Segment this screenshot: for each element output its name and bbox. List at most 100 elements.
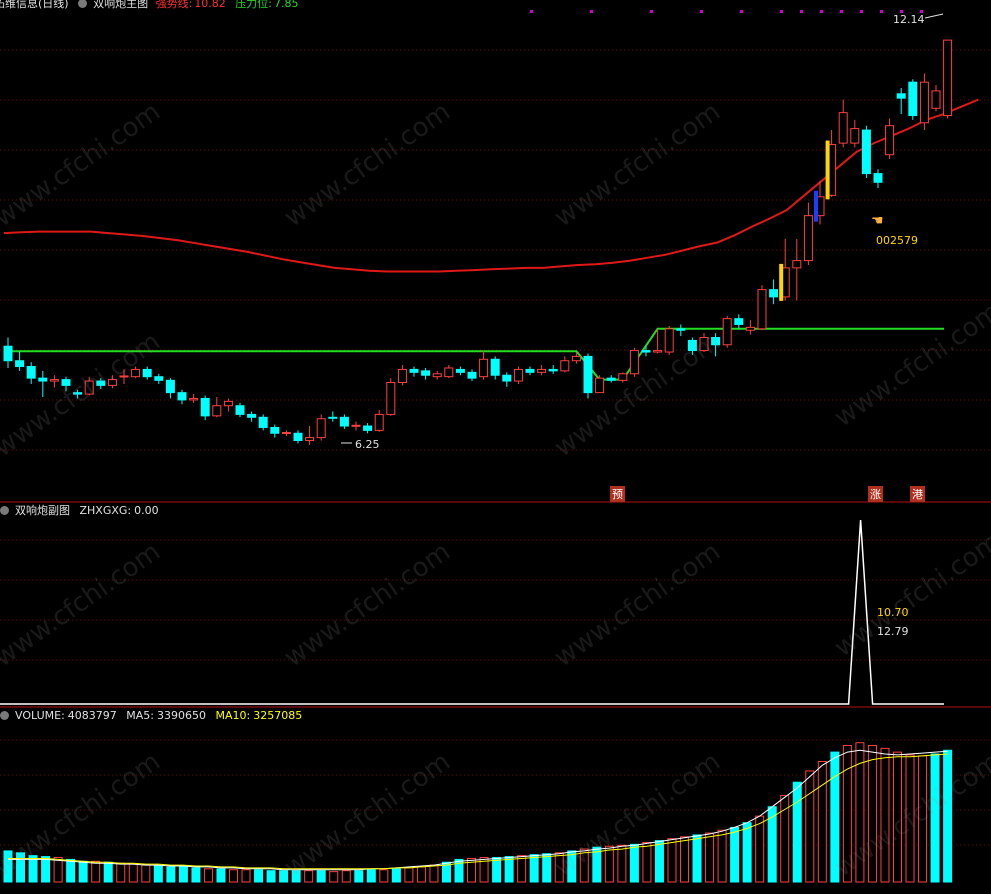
volume-bar (354, 870, 364, 883)
candle-body (444, 367, 454, 378)
stock-code-label: 002579 (876, 234, 918, 247)
candle-body (305, 437, 315, 442)
candle-body (571, 355, 581, 362)
gear-icon[interactable] (0, 506, 9, 515)
candle-body (757, 289, 767, 330)
candle-body (386, 381, 396, 415)
yellow-signal-bar (779, 263, 784, 301)
volume-bar (103, 861, 113, 883)
volume-bar (341, 870, 351, 883)
candle-body (3, 345, 13, 362)
candle-body (931, 90, 941, 109)
volume-bar (41, 856, 51, 883)
candle-body (270, 426, 280, 434)
candle-body (769, 289, 779, 298)
volume-bar (404, 867, 414, 883)
gear-icon[interactable] (0, 711, 9, 720)
volume-bar (492, 857, 502, 883)
pressure-label: 压力位: (235, 0, 273, 10)
volume-bar (141, 864, 151, 883)
candle-body (502, 374, 512, 382)
candle-body (339, 416, 349, 427)
volume-bar (730, 826, 740, 883)
candle-body (247, 413, 257, 418)
candle-body (618, 373, 628, 381)
volume-bar (692, 834, 702, 883)
candle-body (850, 128, 860, 144)
candle-body (189, 397, 199, 401)
ma10-label: MA10: (215, 709, 251, 722)
candle-body (432, 373, 442, 378)
trend-value: 10.82 (194, 0, 226, 10)
volume-bar (191, 867, 201, 883)
candle-body (26, 366, 36, 379)
volume-label: VOLUME: (15, 709, 65, 722)
volume-bar (128, 863, 138, 883)
sub-annot-1: 10.70 (877, 606, 909, 619)
candle-body (165, 379, 175, 394)
candle-body (537, 368, 547, 373)
volume-bar (429, 864, 439, 883)
candle-body (560, 360, 570, 372)
volume-bar (379, 869, 389, 883)
ma10-value: 3257085 (253, 709, 303, 722)
volume-bar (266, 870, 276, 883)
candle-body (363, 425, 373, 431)
candle-body (943, 39, 953, 117)
volume-bar (817, 761, 827, 883)
candle-body (525, 368, 535, 373)
high-arrow (924, 13, 944, 19)
volume-bar (617, 844, 627, 883)
candle-body (200, 397, 210, 417)
marker-gang: 港 (910, 486, 925, 502)
candle-body (293, 432, 303, 442)
candle-body (258, 416, 268, 428)
main-header: 拓维信息(日线) 双响炮主图 强势线: 10.82 压力位: 7.85 (0, 0, 305, 11)
candle-body (896, 93, 906, 99)
candle-body (328, 416, 338, 419)
sub-annot-2: 12.79 (877, 625, 909, 638)
candle-body (374, 413, 384, 431)
candle-body (397, 368, 407, 383)
candle-body (154, 376, 164, 381)
volume-bar (153, 865, 163, 883)
blue-signal-bar (814, 190, 818, 222)
candle-body (455, 368, 465, 373)
candle-body (490, 358, 500, 376)
candle-body (548, 368, 558, 372)
volume-bar (329, 871, 339, 883)
volume-bar (629, 843, 639, 883)
zhxgxg-value: 0.00 (134, 504, 159, 517)
volume-bar (66, 858, 76, 883)
ma5-value: 3390650 (157, 709, 207, 722)
trend-label: 强势线: (155, 0, 193, 10)
marker-zhang: 涨 (868, 486, 883, 502)
candle-body (177, 392, 187, 401)
volume-bar (792, 781, 802, 883)
candle-body (49, 379, 59, 382)
volume-bar (53, 857, 63, 883)
top-marker (740, 10, 743, 13)
candle-body (734, 318, 744, 325)
candle-body (316, 418, 326, 439)
volume-bar (880, 747, 890, 883)
candle-body (479, 358, 489, 378)
volume-bar (680, 836, 690, 883)
volume-panel-header: VOLUME: 4083797 MA5: 3390650 MA10: 3257085 (0, 709, 308, 723)
volume-bar (504, 856, 514, 883)
candle-body (629, 350, 639, 375)
volume-bar (755, 815, 765, 883)
candle-body (281, 432, 291, 435)
candle-body (745, 326, 755, 331)
candle-body (792, 260, 802, 269)
cursor-hand-icon: ☚ (871, 213, 884, 229)
volume-bar (705, 832, 715, 883)
candle-body (142, 368, 152, 378)
volume-bar (241, 869, 251, 883)
candle-body (908, 81, 918, 117)
candle-body (664, 328, 674, 353)
candle-body (722, 318, 732, 346)
gear-icon[interactable] (78, 0, 88, 8)
volume-bar (203, 868, 213, 883)
volume-bar (517, 855, 527, 883)
